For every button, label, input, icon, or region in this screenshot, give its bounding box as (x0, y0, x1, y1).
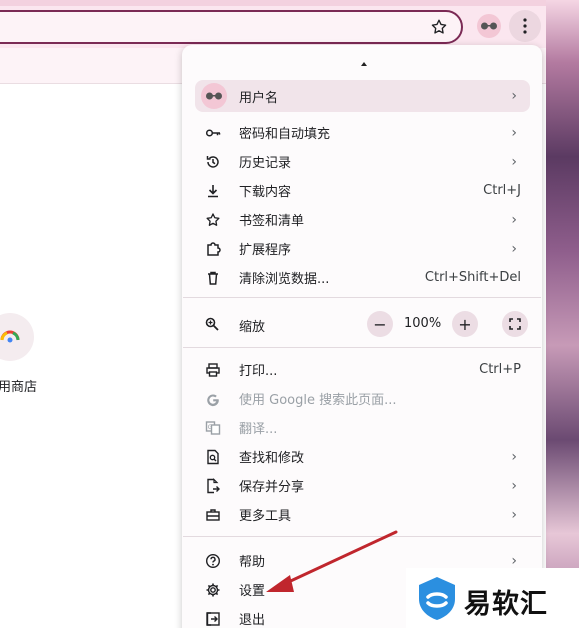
watermark: 易软汇 (406, 568, 579, 628)
watermark-text: 易软汇 (464, 589, 548, 620)
watermark-logo-icon (419, 577, 455, 620)
annotation-arrow (266, 530, 398, 592)
